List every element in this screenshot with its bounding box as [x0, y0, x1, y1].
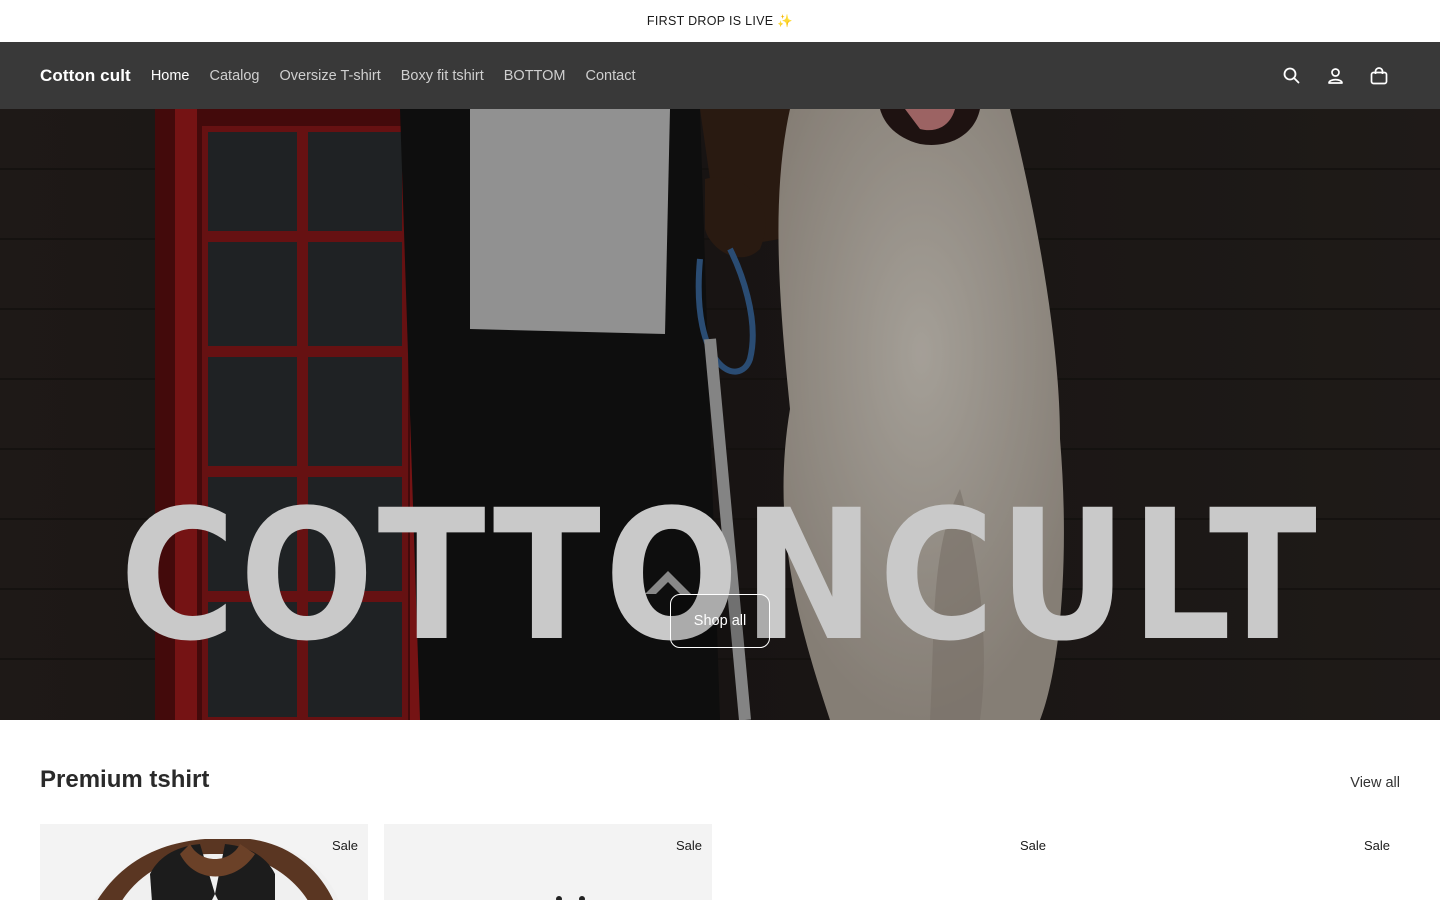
product-card[interactable]: Sale	[384, 824, 712, 900]
sale-badge: Sale	[675, 838, 702, 853]
view-all-link[interactable]: View all	[1350, 775, 1400, 791]
nav-contact[interactable]: Contact	[586, 68, 636, 84]
announcement-bar: FIRST DROP IS LIVE ✨	[0, 0, 1440, 42]
product-card[interactable]: Sale	[40, 824, 368, 900]
nav-bottom[interactable]: BOTTOM	[504, 68, 566, 84]
nav-oversize-tshirt[interactable]: Oversize T-shirt	[279, 68, 380, 84]
site-header: Cotton cult Home Catalog Oversize T-shir…	[0, 42, 1440, 109]
cart-icon[interactable]	[1370, 66, 1388, 85]
product-card[interactable]: Sale	[728, 824, 1056, 900]
announcement-text: FIRST DROP IS LIVE ✨	[646, 13, 794, 28]
shop-all-button[interactable]: Shop all	[670, 594, 770, 648]
store-logo[interactable]: Cotton cult	[40, 66, 131, 86]
product-card[interactable]: Sale	[1072, 824, 1400, 900]
main-nav: Home Catalog Oversize T-shirt Boxy fit t…	[151, 68, 636, 84]
nav-boxy-fit-tshirt[interactable]: Boxy fit tshirt	[401, 68, 484, 84]
collection-header: Premium tshirt View all	[40, 766, 1400, 794]
collection-title: Premium tshirt	[40, 766, 210, 793]
hero-banner: COTTONCULT Shop all	[0, 109, 1440, 720]
nav-home[interactable]: Home	[151, 68, 190, 84]
sale-badge: Sale	[1019, 838, 1046, 853]
header-icons	[1282, 42, 1388, 109]
search-icon[interactable]	[1282, 67, 1300, 85]
nav-catalog[interactable]: Catalog	[210, 68, 260, 84]
featured-collection: Premium tshirt View all Sale Sale Sale S…	[0, 720, 1440, 900]
product-grid: Sale Sale Sale Sale	[40, 824, 1400, 900]
sale-badge: Sale	[331, 838, 358, 853]
product-image	[556, 896, 585, 900]
product-image	[93, 839, 339, 900]
sale-badge: Sale	[1363, 838, 1390, 853]
account-icon[interactable]	[1326, 67, 1344, 85]
